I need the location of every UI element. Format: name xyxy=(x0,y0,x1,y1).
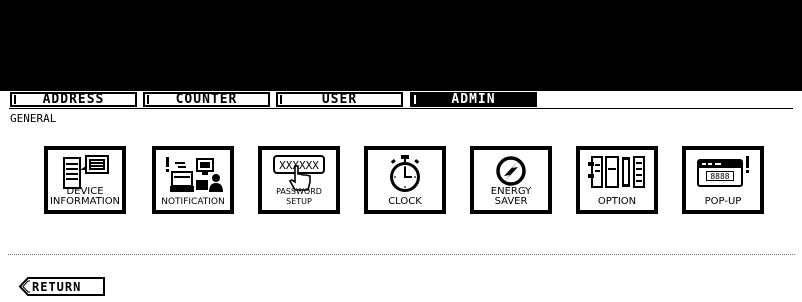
divider xyxy=(8,254,795,255)
device-information-label: DEVICE INFORMATION xyxy=(49,186,121,207)
option-button[interactable]: OPTION xyxy=(576,146,658,214)
energy-saver-button-face: ENERGY SAVER xyxy=(473,149,549,211)
pop-up-button[interactable]: 8888 POP-UP xyxy=(682,146,764,214)
tab-counter-label: COUNTER xyxy=(175,92,238,107)
password-setup-label: PASSWORD SETUP xyxy=(276,187,322,206)
tab-address-label: ADDRESS xyxy=(42,92,105,107)
clock-icon xyxy=(368,154,442,192)
clock-label: CLOCK xyxy=(388,196,422,207)
tab-admin[interactable]: ADMIN xyxy=(410,92,537,107)
password-setup-button[interactable]: XXXXXX PASSWORD SETUP xyxy=(258,146,340,214)
notification-label: NOTIFICATION xyxy=(161,197,225,207)
password-setup-button-face: XXXXXX PASSWORD SETUP xyxy=(261,149,337,211)
energy-saver-button[interactable]: ENERGY SAVER xyxy=(470,146,552,214)
clock-button[interactable]: CLOCK xyxy=(364,146,446,214)
return-label: RETURN xyxy=(32,280,82,294)
tab-user-label: USER xyxy=(321,92,358,107)
header-bar xyxy=(0,0,802,91)
clock-button-face: CLOCK xyxy=(367,149,443,211)
device-information-button-face: DEVICE INFORMATION xyxy=(47,149,123,211)
return-button[interactable]: RETURN xyxy=(18,277,106,296)
tab-admin-label: ADMIN xyxy=(451,92,496,107)
energy-saver-label: ENERGY SAVER xyxy=(490,186,532,207)
section-label: GENERAL xyxy=(10,112,57,125)
option-button-face: OPTION xyxy=(579,149,655,211)
tab-user[interactable]: USER xyxy=(276,92,403,107)
notification-button[interactable]: NOTIFICATION xyxy=(152,146,234,214)
password-field-text: XXXXXX xyxy=(279,159,319,172)
pop-up-icon: 8888 xyxy=(686,154,760,192)
pop-up-button-face: 8888 POP-UP xyxy=(685,149,761,211)
notification-button-face: NOTIFICATION xyxy=(155,149,231,211)
pop-up-label: POP-UP xyxy=(704,196,742,207)
tab-underline xyxy=(9,108,793,109)
tab-address[interactable]: ADDRESS xyxy=(10,92,137,107)
notification-icon xyxy=(156,154,230,192)
device-information-button[interactable]: DEVICE INFORMATION xyxy=(44,146,126,214)
tab-counter[interactable]: COUNTER xyxy=(143,92,270,107)
option-label: OPTION xyxy=(597,196,637,207)
option-icon xyxy=(580,154,654,192)
pop-up-display-text: 8888 xyxy=(710,172,729,181)
